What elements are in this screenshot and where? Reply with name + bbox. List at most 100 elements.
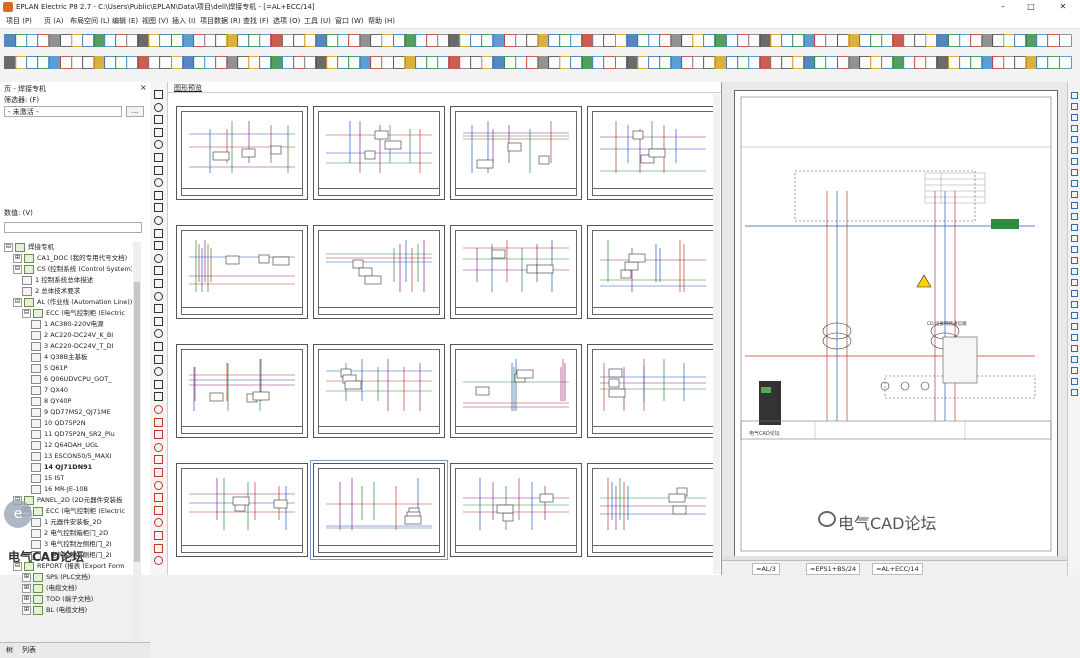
tree-item[interactable]: 1 控制系统总体描述 (22, 275, 93, 285)
page-thumbnail[interactable] (176, 344, 308, 438)
drawing-tool-icon[interactable] (154, 304, 163, 314)
drawing-tool-icon[interactable] (154, 531, 163, 540)
drawing-tool-icon[interactable] (154, 417, 163, 427)
connection-tool-icon[interactable] (1071, 323, 1078, 330)
connection-tool-icon[interactable] (1071, 279, 1078, 286)
drawing-tool-icon[interactable] (154, 379, 163, 389)
menu-project-data[interactable]: 项目数据 (R) (200, 16, 241, 26)
tree-item[interactable]: ⊞ SPS (PLC文档) (22, 572, 90, 582)
tree-item[interactable]: 1 元器件安装板_2D (31, 517, 102, 527)
connection-tool-icon[interactable] (1071, 345, 1078, 352)
expand-icon[interactable]: ⊞ (22, 572, 31, 582)
drawing-tool-icon[interactable] (154, 430, 163, 440)
tree-item[interactable]: 3 AC220-DC24V_T_DI (31, 341, 113, 351)
connection-tool-icon[interactable] (1071, 136, 1078, 143)
connection-tool-icon[interactable] (1071, 147, 1078, 154)
tree-item[interactable]: ⊟ ECC (电气控制柜 (Electric (22, 308, 125, 318)
drawing-tool-icon[interactable] (154, 405, 163, 414)
page-thumbnail[interactable] (587, 106, 719, 200)
tree-item[interactable]: 1 AC380-220V电源 (31, 319, 104, 329)
collapse-icon[interactable]: ⊟ (13, 297, 22, 307)
connection-tool-icon[interactable] (1071, 235, 1078, 242)
toolbar-button-icon[interactable] (1058, 56, 1072, 69)
connection-tool-icon[interactable] (1071, 268, 1078, 275)
connection-tool-icon[interactable] (1071, 257, 1078, 264)
menu-window[interactable]: 窗口 (W) (335, 16, 364, 26)
drawing-tool-icon[interactable] (154, 342, 163, 351)
drawing-tool-icon[interactable] (154, 90, 163, 99)
tree-scrollbar-thumb[interactable] (134, 282, 140, 562)
connection-tool-icon[interactable] (1071, 114, 1078, 121)
connection-tool-icon[interactable] (1071, 213, 1078, 220)
drawing-tool-icon[interactable] (154, 153, 163, 162)
drawing-tool-icon[interactable] (154, 241, 163, 251)
drawing-tool-icon[interactable] (154, 505, 163, 515)
connection-tool-icon[interactable] (1071, 158, 1078, 165)
tree-item[interactable]: ⊟ 焊接专机 (4, 242, 54, 252)
drawing-tool-icon[interactable] (154, 354, 163, 364)
collapse-icon[interactable]: ⊟ (4, 242, 13, 252)
tree-item[interactable]: 15 IST (31, 473, 64, 483)
connection-tool-icon[interactable] (1071, 169, 1078, 176)
close-button[interactable]: ✕ (1050, 1, 1076, 13)
drawing-tool-icon[interactable] (154, 216, 163, 225)
tree-item[interactable]: 2 AC220-DC24V_K_BI (31, 330, 113, 340)
drawing-tool-icon[interactable] (154, 115, 163, 125)
connection-tool-icon[interactable] (1071, 301, 1078, 308)
expand-icon[interactable]: ⊞ (22, 594, 31, 604)
tree-item[interactable]: 6 Q06UDVCPU_GOT_ (31, 374, 112, 384)
tree-item[interactable]: 11 QD75P2N_SR2_Plu (31, 429, 115, 439)
maximize-button[interactable]: □ (1018, 1, 1044, 13)
menu-insert[interactable]: 插入 (I) (172, 16, 196, 26)
drawing-tool-icon[interactable] (154, 329, 163, 339)
connection-tool-icon[interactable] (1071, 246, 1078, 253)
tree-item[interactable]: 16 MR-JE-10B (31, 484, 88, 494)
connection-tool-icon[interactable] (1071, 378, 1078, 385)
page-thumbnail[interactable] (587, 344, 719, 438)
connection-tool-icon[interactable] (1071, 389, 1078, 396)
filter-select[interactable]: - 未激活 - (4, 106, 122, 117)
drawing-tool-icon[interactable] (154, 480, 163, 490)
menu-view[interactable]: 视图 (V) (142, 16, 168, 26)
drawing-tool-icon[interactable] (154, 543, 163, 553)
tree-item[interactable]: ⊟ PANEL_2D (2D元器件安装板 (13, 495, 123, 505)
tree-item[interactable]: 14 QJ71DN91 (31, 462, 92, 472)
page-tab-al-ecc-14[interactable]: =AL+ECC/14 (872, 563, 923, 575)
page-thumbnail[interactable] (450, 344, 582, 438)
drawing-tool-icon[interactable] (154, 165, 163, 175)
tree-item[interactable]: ⊞ TOD (端子文档) (22, 594, 93, 604)
connection-tool-icon[interactable] (1071, 202, 1078, 209)
tree-item[interactable]: ⊟ CS (控制系统 (Control System)) (13, 264, 132, 274)
drawing-tool-icon[interactable] (154, 518, 163, 528)
connection-tool-icon[interactable] (1071, 224, 1078, 231)
expand-icon[interactable]: ⊞ (22, 605, 31, 615)
collapse-icon[interactable]: ⊟ (13, 264, 22, 274)
menu-help[interactable]: 帮助 (H) (368, 16, 395, 26)
drawing-tool-icon[interactable] (154, 442, 163, 452)
drawing-tool-icon[interactable] (154, 266, 163, 276)
connection-tool-icon[interactable] (1071, 290, 1078, 297)
menu-page[interactable]: 页 (A) (44, 16, 63, 26)
drawing-tool-icon[interactable] (154, 140, 163, 150)
toolbar-button-icon[interactable] (1058, 34, 1072, 47)
menu-layout-space[interactable]: 布局空间 (L) (70, 16, 110, 26)
menu-edit[interactable]: 编辑 (E) (112, 16, 138, 26)
drawing-tool-icon[interactable] (154, 178, 163, 188)
tree-item[interactable]: 5 Q61P (31, 363, 68, 373)
page-thumbnail[interactable] (313, 225, 445, 319)
page-thumbnail[interactable] (587, 463, 719, 557)
drawing-tool-icon[interactable] (154, 190, 163, 200)
drawing-tool-icon[interactable] (154, 228, 163, 238)
schematic-page[interactable]: 电气CAD论坛 CD 设备网络通信端 (734, 90, 1058, 560)
panel-close-icon[interactable]: × (140, 83, 147, 92)
tree-item[interactable]: ⊞ BL (电缆文档) (22, 605, 87, 615)
tree-item[interactable]: 2 电气控制箱柜门_2D (31, 528, 108, 538)
drawing-tool-icon[interactable] (154, 291, 163, 301)
drawing-tool-icon[interactable] (154, 253, 163, 263)
minimize-button[interactable]: – (990, 1, 1016, 13)
tab-tree[interactable]: 树 (6, 645, 13, 655)
tree-item[interactable]: 7 QX40 (31, 385, 68, 395)
page-thumbnail[interactable] (176, 463, 308, 557)
drawing-tool-icon[interactable] (154, 367, 163, 377)
drawing-tool-icon[interactable] (154, 392, 163, 402)
